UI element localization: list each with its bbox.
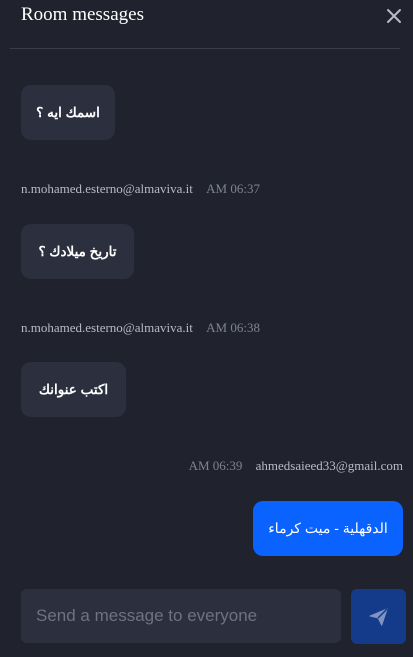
message-time: AM 06:39 — [188, 458, 243, 473]
message-time: AM 06:37 — [206, 181, 260, 196]
close-icon[interactable] — [384, 6, 404, 26]
send-button[interactable] — [351, 589, 406, 644]
message-meta: n.mohamed.esterno@almaviva.it AM 06:38 — [21, 320, 260, 336]
message-bubble-outgoing: الدقهلية - ميت كرماء — [253, 501, 403, 556]
panel-title: Room messages — [21, 4, 144, 25]
message-bubble: اكتب عنوانك — [21, 362, 126, 417]
sender-email: ahmedsaieed33@gmail.com — [255, 458, 403, 473]
message-meta: n.mohamed.esterno@almaviva.it AM 06:37 — [21, 181, 260, 197]
message-meta: AM 06:39 ahmedsaieed33@gmail.com — [189, 458, 403, 474]
sender-email: n.mohamed.esterno@almaviva.it — [21, 320, 193, 335]
paper-plane-icon — [368, 606, 390, 628]
message-input[interactable] — [21, 589, 341, 643]
sender-email: n.mohamed.esterno@almaviva.it — [21, 181, 193, 196]
room-messages-header: Room messages — [0, 0, 413, 49]
header-divider — [10, 48, 400, 49]
message-bubble: تاريخ ميلادك ؟ — [21, 224, 134, 279]
message-bubble: اسمك ايه ؟ — [21, 85, 115, 140]
message-time: AM 06:38 — [206, 320, 260, 335]
